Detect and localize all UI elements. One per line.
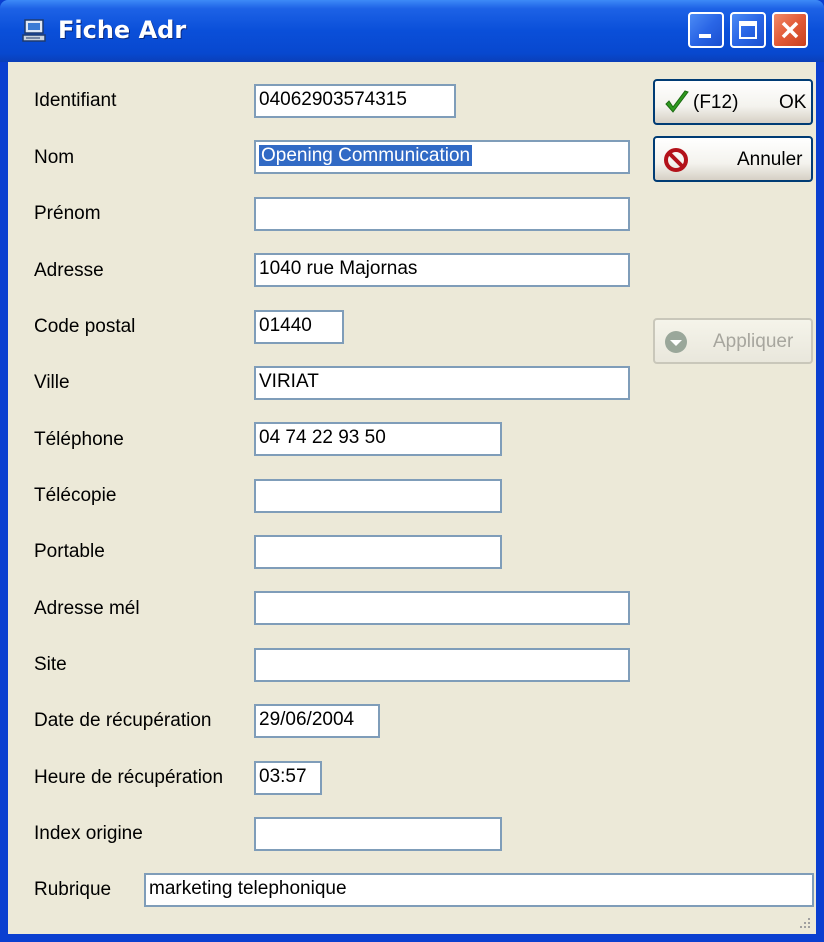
- portable-field[interactable]: [254, 535, 502, 569]
- close-button[interactable]: [772, 12, 808, 48]
- adresse-mel-field[interactable]: [254, 591, 630, 625]
- minimize-button[interactable]: [688, 12, 724, 48]
- heure-recuperation-field[interactable]: 03:57: [254, 761, 322, 795]
- date-recuperation-field[interactable]: 29/06/2004: [254, 704, 380, 738]
- telecopie-field[interactable]: [254, 479, 502, 513]
- code-postal-label: Code postal: [34, 316, 136, 337]
- site-field[interactable]: [254, 648, 630, 682]
- site-label: Site: [34, 654, 67, 675]
- nom-field[interactable]: Opening Communication: [254, 140, 630, 174]
- portable-label: Portable: [34, 541, 105, 562]
- rubrique-field[interactable]: marketing telephonique: [144, 873, 814, 907]
- telephone-field[interactable]: 04 74 22 93 50: [254, 422, 502, 456]
- form-body: Identifiant 04062903574315 Nom Opening C…: [8, 62, 816, 934]
- adresse-mel-label: Adresse mél: [34, 598, 140, 619]
- apply-arrow-icon: [665, 331, 687, 353]
- annuler-label: Annuler: [737, 149, 803, 170]
- ok-shortcut-label: (F12): [693, 92, 739, 113]
- maximize-icon: [739, 21, 757, 39]
- annuler-button[interactable]: Annuler: [653, 136, 813, 182]
- identifiant-label: Identifiant: [34, 90, 117, 111]
- nom-value-selected: Opening Communication: [259, 145, 473, 166]
- window-title: Fiche Adr: [58, 16, 187, 44]
- index-origine-field[interactable]: [254, 817, 502, 851]
- minimize-icon: [699, 34, 711, 38]
- resize-grip-icon[interactable]: [796, 914, 812, 930]
- ville-field[interactable]: VIRIAT: [254, 366, 630, 400]
- ville-label: Ville: [34, 372, 70, 393]
- appliquer-label: Appliquer: [713, 331, 794, 352]
- maximize-button[interactable]: [730, 12, 766, 48]
- telephone-label: Téléphone: [34, 429, 124, 450]
- ok-label: OK: [779, 92, 807, 113]
- prenom-field[interactable]: [254, 197, 630, 231]
- adresse-label: Adresse: [34, 260, 104, 281]
- app-window-icon: [22, 19, 46, 42]
- code-postal-field[interactable]: 01440: [254, 310, 344, 344]
- no-entry-icon: [664, 148, 688, 172]
- dialog-window: Fiche Adr Identifiant 04062903574315 Nom…: [0, 0, 824, 942]
- rubrique-label: Rubrique: [34, 879, 112, 900]
- nom-label: Nom: [34, 147, 75, 168]
- telecopie-label: Télécopie: [34, 485, 117, 506]
- close-icon: [781, 21, 799, 39]
- title-bar[interactable]: Fiche Adr: [0, 0, 824, 62]
- date-recuperation-label: Date de récupération: [34, 710, 212, 731]
- identifiant-field[interactable]: 04062903574315: [254, 84, 456, 118]
- heure-recuperation-label: Heure de récupération: [34, 767, 224, 788]
- index-origine-label: Index origine: [34, 823, 143, 844]
- appliquer-button[interactable]: Appliquer: [653, 318, 813, 364]
- checkmark-icon: [665, 90, 689, 113]
- adresse-field[interactable]: 1040 rue Majornas: [254, 253, 630, 287]
- prenom-label: Prénom: [34, 203, 101, 224]
- ok-button[interactable]: (F12) OK: [653, 79, 813, 125]
